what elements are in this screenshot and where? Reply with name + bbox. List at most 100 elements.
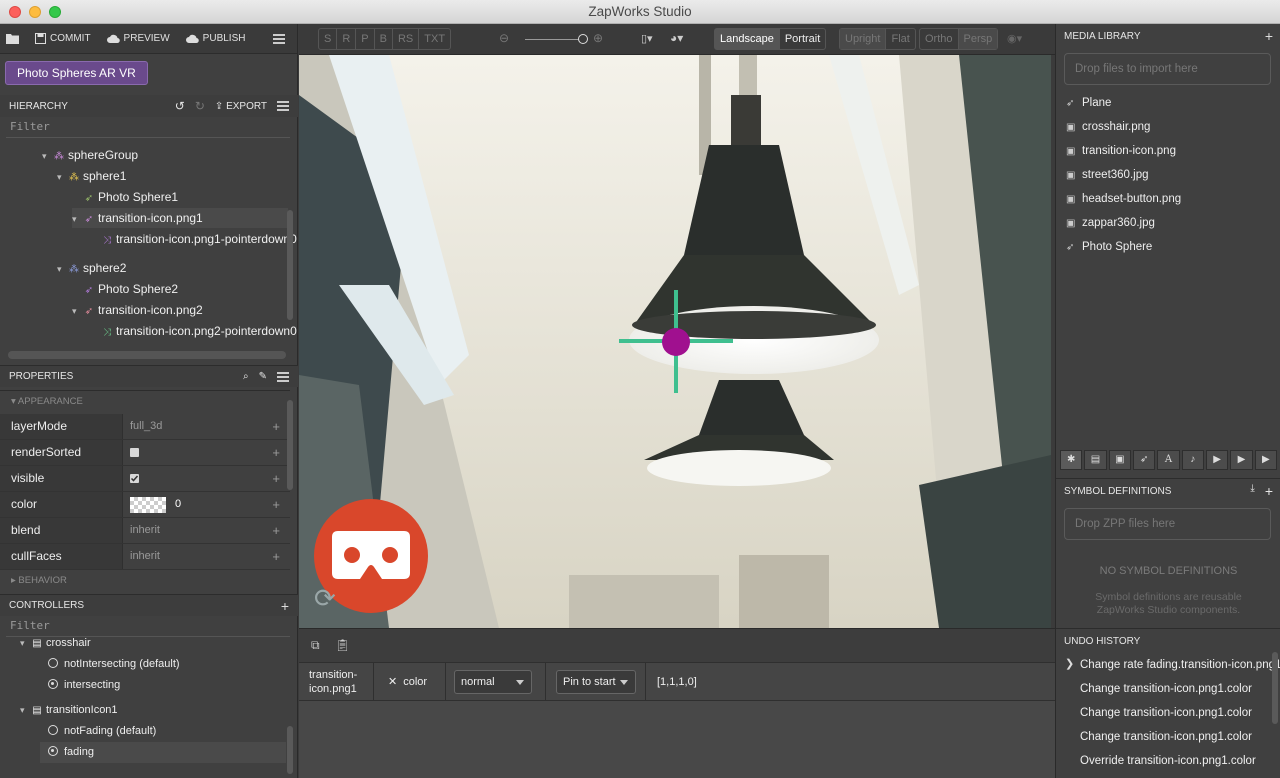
color-swatch[interactable]	[130, 497, 166, 513]
media-dropzone[interactable]: Drop files to import here	[1064, 53, 1271, 85]
project-name-button[interactable]: Photo Spheres AR VR	[5, 61, 148, 85]
chevron-down-icon[interactable]: ▾	[57, 167, 67, 187]
chevron-down-icon[interactable]: ▾	[20, 637, 30, 654]
copy-icon[interactable]: ⧉	[311, 638, 320, 653]
tree-item-photo-sphere2[interactable]: ➶ Photo Sphere2	[82, 279, 178, 299]
chevron-down-icon[interactable]: ▾	[42, 146, 52, 166]
audio-icon[interactable]: ♪	[1181, 450, 1204, 470]
undo-item[interactable]: Change rate fading.transition-icon.png1	[1080, 653, 1280, 677]
tool-rs-button[interactable]: RS	[393, 29, 420, 49]
tree-item-transition-icon-png1[interactable]: ▾ ➶ transition-icon.png1	[72, 208, 288, 228]
preview-button[interactable]: PREVIEW	[106, 33, 170, 44]
chevron-down-icon[interactable]: ▾	[72, 301, 82, 321]
undo-item[interactable]: Change transition-icon.png1.color	[1080, 725, 1252, 749]
add-media-button[interactable]: +	[1265, 28, 1273, 44]
plus-icon[interactable]: +	[272, 492, 280, 517]
media-item-plane[interactable]: ➶ Plane	[1066, 92, 1111, 114]
undo-item[interactable]: Change transition-icon.png1.color	[1080, 701, 1252, 725]
prop-row-layermode[interactable]: layerMode full_3d +	[0, 414, 290, 440]
timeline-body[interactable]	[299, 701, 1055, 778]
tool-s-button[interactable]: S	[319, 29, 338, 49]
prop-row-color[interactable]: color 0 +	[0, 492, 290, 518]
search-icon[interactable]: ⌕	[243, 371, 249, 382]
download-icon[interactable]: ⤓	[1250, 483, 1254, 499]
landscape-button[interactable]: Landscape	[715, 29, 780, 49]
document-icon[interactable]: ▤	[1084, 450, 1107, 470]
state-notfading[interactable]: notFading (default)	[48, 721, 156, 742]
zoom-slider-handle[interactable]	[578, 34, 588, 44]
plus-icon[interactable]: +	[272, 414, 280, 439]
tree-item-photo-sphere1[interactable]: ➶ Photo Sphere1	[82, 187, 178, 207]
plus-icon[interactable]: +	[272, 518, 280, 543]
zoom-window-button[interactable]	[49, 6, 61, 18]
main-menu-icon[interactable]	[273, 33, 285, 44]
tool-p-button[interactable]: P	[356, 29, 375, 49]
redo-icon[interactable]: ↻	[195, 99, 205, 113]
video3-icon[interactable]: ▶	[1254, 450, 1277, 470]
controllers-filter-input[interactable]: Filter	[10, 619, 50, 632]
timeline-track-row[interactable]: transition-icon.png1 ✕ color normal Pin t…	[299, 662, 1055, 701]
remove-track-icon[interactable]: ✕	[388, 676, 397, 688]
font-icon[interactable]: A	[1157, 450, 1180, 470]
hierarchy-hscrollbar[interactable]	[8, 351, 286, 359]
prop-row-blend[interactable]: blend inherit +	[0, 518, 290, 544]
eye-icon[interactable]: ◉▾	[1007, 32, 1022, 45]
radio-icon[interactable]	[48, 658, 58, 668]
media-item-crosshair[interactable]: ▣ crosshair.png	[1066, 116, 1150, 138]
prop-row-rendersorted[interactable]: renderSorted +	[0, 440, 290, 466]
behavior-section[interactable]: ▸ BEHAVIOR	[0, 570, 290, 592]
close-window-button[interactable]	[9, 6, 21, 18]
visible-checkbox[interactable]	[130, 474, 139, 483]
undo-scrollbar[interactable]	[1272, 652, 1278, 724]
prop-value[interactable]: full_3d	[130, 414, 162, 439]
track-value[interactable]: [1,1,1,0]	[646, 663, 1055, 701]
video2-icon[interactable]: ▶	[1230, 450, 1253, 470]
controller-crosshair[interactable]: ▾ ▤ crosshair	[20, 637, 91, 654]
prop-row-cullfaces[interactable]: cullFaces inherit +	[0, 544, 290, 570]
rocket-icon[interactable]: ➶	[1132, 450, 1156, 470]
chevron-down-icon[interactable]: ▾	[20, 700, 30, 721]
tree-item-pointerdown0-2[interactable]: ⤨ transition-icon.png2-pointerdown0	[100, 321, 297, 341]
appearance-section[interactable]: ▾ APPEARANCE	[0, 391, 290, 413]
zoom-in-icon[interactable]: ⊕	[593, 31, 603, 45]
flat-button[interactable]: Flat	[886, 29, 914, 49]
state-intersecting[interactable]: intersecting	[48, 675, 120, 696]
undo-item[interactable]: Change transition-icon.png1.color	[1080, 677, 1252, 701]
upright-button[interactable]: Upright	[840, 29, 887, 49]
controllers-scrollbar[interactable]	[287, 726, 293, 774]
tool-b-button[interactable]: B	[375, 29, 393, 49]
undo-item[interactable]: Override transition-icon.png1.color	[1080, 749, 1256, 773]
properties-scrollbar[interactable]	[287, 400, 293, 490]
radio-selected-icon[interactable]	[48, 746, 58, 756]
radio-selected-icon[interactable]	[48, 679, 58, 689]
tool-r-button[interactable]: R	[337, 29, 357, 49]
state-fading[interactable]: fading	[40, 742, 286, 763]
prop-row-visible[interactable]: visible +	[0, 466, 290, 492]
zoom-out-icon[interactable]: ⊖	[499, 31, 509, 45]
easing-dropdown[interactable]: normal	[454, 670, 532, 694]
video-icon[interactable]: ▶	[1205, 450, 1229, 470]
ortho-button[interactable]: Ortho	[920, 29, 959, 49]
paste-icon[interactable]: 📋︎	[335, 638, 350, 652]
open-folder-button[interactable]	[6, 33, 19, 44]
hierarchy-menu-icon[interactable]	[277, 101, 289, 111]
state-notintersecting[interactable]: notIntersecting (default)	[48, 654, 180, 675]
plus-icon[interactable]: +	[272, 544, 280, 569]
media-item-transition-icon[interactable]: ▣ transition-icon.png	[1066, 140, 1176, 162]
symbols-dropzone[interactable]: Drop ZPP files here	[1064, 508, 1271, 540]
rendersorted-checkbox[interactable]	[130, 448, 139, 457]
pencil-icon[interactable]: ✎	[259, 371, 267, 382]
zoom-slider[interactable]	[525, 39, 583, 40]
add-symbol-button[interactable]: +	[1265, 483, 1273, 499]
plus-icon[interactable]: +	[272, 466, 280, 491]
3d-viewport[interactable]: ⟳	[299, 55, 1051, 628]
media-item-headset-button[interactable]: ▣ headset-button.png	[1066, 188, 1181, 210]
all-types-icon[interactable]: ✱	[1060, 450, 1083, 470]
prop-value[interactable]: inherit	[130, 518, 160, 543]
controller-transitionicon1[interactable]: ▾ ▤ transitionIcon1	[20, 700, 118, 721]
hierarchy-scrollbar[interactable]	[287, 210, 293, 320]
commit-button[interactable]: COMMIT	[35, 33, 91, 44]
globe-icon[interactable]: ◕▾	[670, 31, 683, 45]
prop-value[interactable]: inherit	[130, 544, 160, 569]
prop-value[interactable]: 0	[175, 492, 181, 517]
